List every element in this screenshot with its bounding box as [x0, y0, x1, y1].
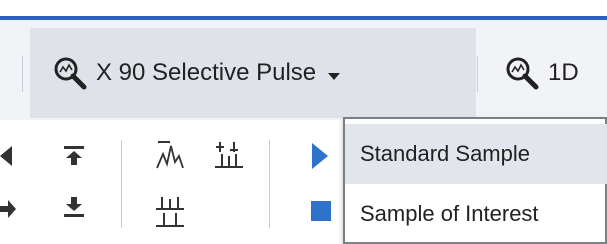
stop-icon[interactable]	[311, 201, 331, 221]
multiplet-icon[interactable]	[155, 195, 185, 229]
zoom-icon	[54, 57, 87, 90]
1d-label: 1D	[548, 59, 579, 86]
integrate-icon[interactable]	[214, 140, 244, 170]
menu-item-standard-sample[interactable]: Standard Sample	[345, 124, 607, 184]
toolbar-separator	[477, 56, 478, 92]
menu-item-label: Sample of Interest	[360, 201, 539, 226]
selective-pulse-label: X 90 Selective Pulse	[96, 59, 317, 86]
toolbar-separator	[22, 56, 23, 92]
menu-item-sample-of-interest[interactable]: Sample of Interest	[345, 184, 607, 244]
align-top-icon[interactable]	[64, 146, 84, 166]
play-icon[interactable]	[312, 143, 328, 169]
window-top	[0, 0, 607, 16]
1d-button[interactable]: 1D	[490, 28, 607, 118]
align-bottom-icon[interactable]	[64, 197, 84, 217]
arrow-right-icon[interactable]	[0, 200, 16, 218]
tool-separator	[269, 140, 270, 228]
sample-dropdown-menu: Standard Sample Sample of Interest	[343, 117, 607, 244]
menu-item-label: Standard Sample	[360, 141, 530, 166]
chevron-down-icon	[328, 72, 341, 80]
peak-icon[interactable]	[155, 140, 185, 170]
arrow-left-icon[interactable]	[0, 146, 12, 166]
zoom-icon	[506, 57, 539, 90]
tool-separator	[121, 140, 122, 228]
selective-pulse-button[interactable]: X 90 Selective Pulse	[30, 28, 476, 118]
